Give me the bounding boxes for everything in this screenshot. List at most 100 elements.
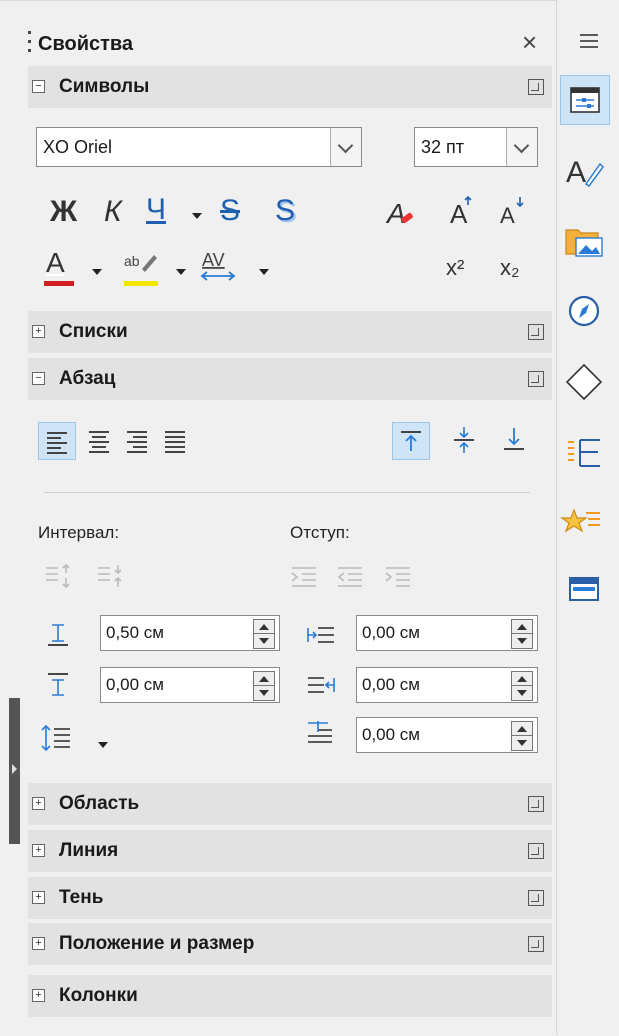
after-indent-icon: [306, 673, 336, 702]
tab-design[interactable]: [560, 566, 610, 616]
svg-text:A: A: [450, 199, 468, 227]
star-list-icon: [560, 508, 600, 533]
section-shadow[interactable]: + Тень: [28, 877, 552, 919]
gallery-icon: [565, 229, 603, 257]
more-options-icon[interactable]: [528, 936, 544, 952]
spin-buttons[interactable]: [253, 619, 275, 649]
expand-icon[interactable]: +: [32, 891, 45, 904]
spin-buttons[interactable]: [253, 671, 275, 701]
spin-buttons[interactable]: [511, 619, 533, 649]
highlight-dropdown-icon[interactable]: [176, 269, 186, 275]
font-color-bar: [44, 281, 74, 286]
more-options-icon[interactable]: [528, 890, 544, 906]
spin-buttons[interactable]: [511, 721, 533, 751]
spacing-dropdown-icon[interactable]: [259, 269, 269, 275]
close-icon[interactable]: ×: [522, 27, 537, 58]
bold-button[interactable]: Ж: [50, 197, 77, 227]
first-line-indent-icon: [306, 719, 336, 754]
tab-navigator[interactable]: [560, 287, 610, 337]
above-spacing-icon: [44, 621, 72, 654]
tab-styles[interactable]: A: [560, 148, 610, 198]
section-columns[interactable]: + Колонки: [28, 975, 552, 1017]
align-center-button[interactable]: [80, 422, 118, 460]
drag-grip-icon[interactable]: [28, 31, 32, 53]
grow-font-button[interactable]: A: [448, 195, 478, 232]
field-value: 0,50 см: [106, 623, 164, 642]
increase-indent-icon[interactable]: [290, 565, 320, 594]
chevron-down-icon[interactable]: [506, 128, 537, 166]
font-color-dropdown-icon[interactable]: [92, 269, 102, 275]
tab-shapes[interactable]: [560, 358, 610, 408]
field-value: 0,00 см: [362, 675, 420, 694]
tab-properties[interactable]: [560, 75, 610, 125]
tab-page[interactable]: [560, 428, 610, 478]
font-name-combo[interactable]: XO Oriel: [36, 127, 362, 167]
tab-style-inspector[interactable]: [560, 498, 610, 548]
section-line[interactable]: + Линия: [28, 830, 552, 872]
font-size-combo[interactable]: 32 пт: [414, 127, 538, 167]
font-name-value: XO Oriel: [43, 137, 113, 157]
section-label: Положение и размер: [59, 933, 255, 954]
panel-title: Свойства: [38, 33, 134, 55]
more-options-icon[interactable]: [528, 79, 544, 95]
collapse-icon[interactable]: −: [32, 372, 45, 385]
font-color-button[interactable]: A: [46, 249, 65, 277]
after-indent-field[interactable]: 0,00 см: [356, 667, 538, 703]
more-options-icon[interactable]: [528, 796, 544, 812]
spin-buttons[interactable]: [511, 671, 533, 701]
above-spacing-field[interactable]: 0,50 см: [100, 615, 280, 651]
more-options-icon[interactable]: [528, 843, 544, 859]
section-label: Абзац: [59, 368, 116, 389]
align-bottom-button[interactable]: [496, 422, 534, 460]
text-shadow-button[interactable]: S: [275, 196, 295, 226]
align-justify-button[interactable]: [156, 422, 194, 460]
align-middle-button[interactable]: [446, 422, 484, 460]
expand-icon[interactable]: +: [32, 325, 45, 338]
expand-icon[interactable]: +: [32, 989, 45, 1002]
section-label: Линия: [59, 840, 119, 861]
increase-spacing-icon[interactable]: [44, 563, 74, 594]
decrease-indent-icon[interactable]: [336, 565, 366, 594]
svg-text:A: A: [566, 156, 586, 189]
more-options-icon[interactable]: [528, 371, 544, 387]
clear-formatting-button[interactable]: A: [385, 197, 417, 234]
underline-button[interactable]: Ч: [146, 195, 166, 225]
tab-gallery[interactable]: [560, 218, 610, 268]
indent-label: Отступ:: [290, 523, 350, 542]
styles-icon: A: [566, 156, 604, 189]
first-line-indent-field[interactable]: 0,00 см: [356, 717, 538, 753]
below-spacing-field[interactable]: 0,00 см: [100, 667, 280, 703]
collapse-icon[interactable]: −: [32, 80, 45, 93]
underline-dropdown-icon[interactable]: [192, 213, 202, 219]
hanging-indent-icon[interactable]: [384, 565, 414, 594]
section-paragraph[interactable]: − Абзац: [28, 358, 552, 400]
line-spacing-dropdown-icon[interactable]: [98, 742, 108, 748]
section-position-size[interactable]: + Положение и размер: [28, 923, 552, 965]
superscript-button[interactable]: x²: [446, 257, 464, 279]
decrease-spacing-icon[interactable]: [96, 563, 126, 594]
section-symbols[interactable]: − Символы: [28, 66, 552, 108]
subscript-button[interactable]: x₂: [500, 257, 520, 279]
hamburger-menu-icon[interactable]: [578, 32, 600, 55]
before-indent-field[interactable]: 0,00 см: [356, 615, 538, 651]
shrink-font-button[interactable]: A: [498, 195, 528, 232]
expand-icon[interactable]: +: [32, 797, 45, 810]
align-left-button[interactable]: [38, 422, 76, 460]
italic-button[interactable]: К: [104, 197, 122, 227]
expand-icon[interactable]: +: [32, 937, 45, 950]
expand-icon[interactable]: +: [32, 844, 45, 857]
align-top-button[interactable]: [392, 422, 430, 460]
section-label: Списки: [59, 321, 128, 342]
svg-text:A: A: [385, 198, 406, 229]
strikethrough-button[interactable]: S: [220, 196, 240, 226]
character-spacing-button[interactable]: AV: [200, 248, 238, 289]
section-area[interactable]: + Область: [28, 783, 552, 825]
properties-panel: Свойства × − Символы XO Oriel 32 пт Ж К …: [0, 0, 556, 1036]
below-spacing-icon: [44, 671, 72, 704]
sidebar-collapse-handle[interactable]: [9, 698, 20, 844]
align-right-button[interactable]: [118, 422, 156, 460]
line-spacing-icon[interactable]: [40, 723, 74, 758]
section-lists[interactable]: + Списки: [28, 311, 552, 353]
more-options-icon[interactable]: [528, 324, 544, 340]
chevron-down-icon[interactable]: [330, 128, 361, 166]
